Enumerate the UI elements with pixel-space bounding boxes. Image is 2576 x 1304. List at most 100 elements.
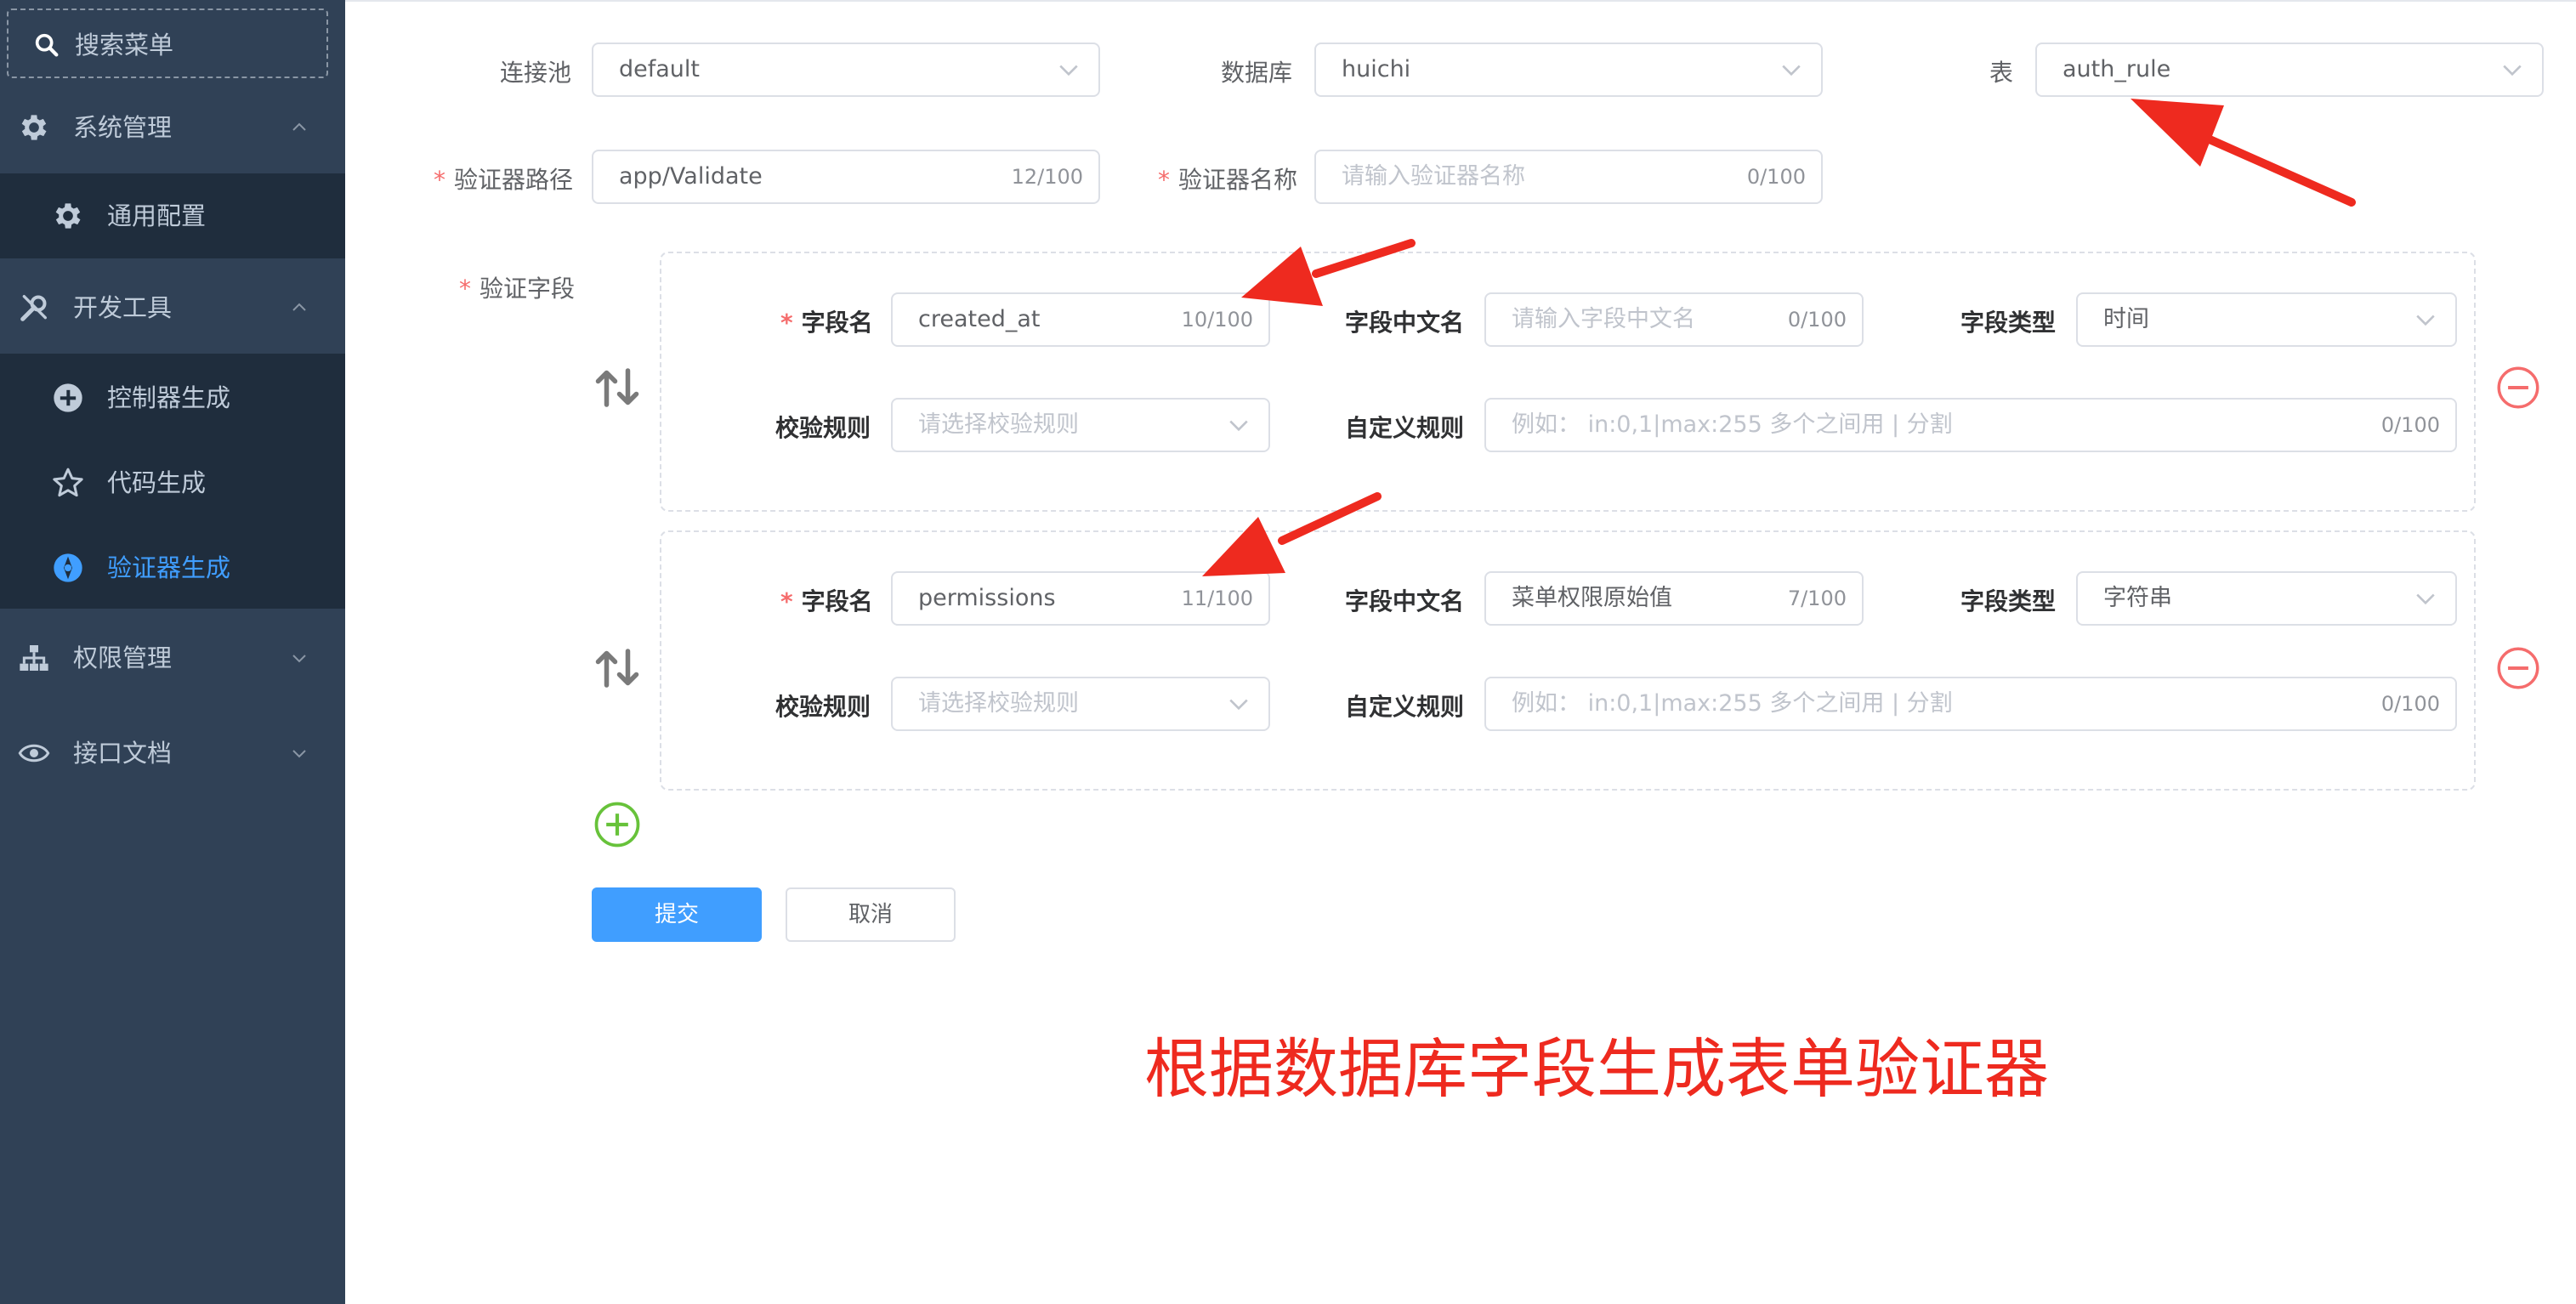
field-type-value: 时间 xyxy=(2103,306,2149,332)
required-mark: * xyxy=(780,309,793,337)
chevron-down-icon xyxy=(1782,65,1801,77)
sidebar-item-dev-tools[interactable]: 开发工具 xyxy=(0,265,345,350)
field-cn-name-count: 0/100 xyxy=(1787,308,1847,332)
field-type-select[interactable]: 字符串 xyxy=(2076,571,2457,626)
add-field-icon[interactable] xyxy=(593,801,641,848)
validate-fields-label-text: 验证字段 xyxy=(479,275,576,303)
rule-label: 校验规则 xyxy=(775,693,871,721)
field-cn-name-input[interactable]: 菜单权限原始值 7/100 xyxy=(1484,571,1864,626)
required-mark: * xyxy=(459,275,471,303)
table-select[interactable]: auth_rule xyxy=(2035,43,2544,97)
sidebar-item-label: 代码生成 xyxy=(107,468,207,497)
chevron-down-icon xyxy=(2416,593,2435,605)
validator-path-count: 12/100 xyxy=(1011,165,1083,189)
validator-name-label: * 验证器名称 xyxy=(1158,162,1297,196)
sidebar-item-label: 接口文档 xyxy=(73,739,173,768)
rule-label: 校验规则 xyxy=(775,414,871,442)
compass-icon xyxy=(54,553,82,582)
sidebar-item-label: 验证器生成 xyxy=(107,553,231,582)
rule-select[interactable]: 请选择校验规则 xyxy=(891,398,1270,452)
sidebar-item-validator-gen[interactable]: 验证器生成 xyxy=(0,525,345,610)
chevron-down-icon xyxy=(1229,420,1248,432)
field-name-input[interactable]: permissions 11/100 xyxy=(891,571,1270,626)
chevron-up-icon xyxy=(292,303,306,311)
field-name-label: * 字段名 xyxy=(780,583,873,617)
field-cn-name-count: 7/100 xyxy=(1787,587,1847,610)
field-cn-name-input[interactable]: 请输入字段中文名 0/100 xyxy=(1484,292,1864,347)
sidebar-item-general-config[interactable]: 通用配置 xyxy=(0,173,345,258)
database-select-value: huichi xyxy=(1342,56,1411,82)
field-name-label: * 字段名 xyxy=(780,304,873,338)
database-select[interactable]: huichi xyxy=(1314,43,1823,97)
field-name-value: created_at xyxy=(918,306,1041,332)
eye-icon xyxy=(18,744,50,763)
validator-path-value: app/Validate xyxy=(619,163,763,190)
field-type-label: 字段类型 xyxy=(1960,309,2057,337)
sidebar-item-permission[interactable]: 权限管理 xyxy=(0,615,345,700)
chevron-down-icon xyxy=(2503,65,2522,77)
required-mark: * xyxy=(780,587,793,615)
field-name-label-text: 字段名 xyxy=(801,587,873,615)
field-cn-name-label: 字段中文名 xyxy=(1345,309,1465,337)
sidebar: 搜索菜单 系统管理 通用配置 开发工具 控制器生成 代码生成 验证器生成 权限管… xyxy=(0,0,345,1304)
remove-field-icon[interactable] xyxy=(2496,366,2540,410)
pool-select[interactable]: default xyxy=(592,43,1100,97)
field-name-input[interactable]: created_at 10/100 xyxy=(891,292,1270,347)
field-type-select[interactable]: 时间 xyxy=(2076,292,2457,347)
validator-name-label-text: 验证器名称 xyxy=(1178,166,1298,194)
sidebar-item-label: 开发工具 xyxy=(73,293,173,322)
validator-name-placeholder: 请输入验证器名称 xyxy=(1342,163,1525,190)
sort-icon[interactable] xyxy=(592,362,643,413)
field-group xyxy=(660,530,2476,791)
field-cn-name-placeholder: 请输入字段中文名 xyxy=(1512,306,1695,332)
custom-rule-input[interactable]: 例如： in:0,1|max:255 多个之间用 | 分割 0/100 xyxy=(1484,677,2457,731)
annotation-arrow-table xyxy=(2131,99,2356,207)
field-name-count: 11/100 xyxy=(1181,587,1253,610)
custom-rule-label: 自定义规则 xyxy=(1345,693,1465,721)
menu-search-placeholder: 搜索菜单 xyxy=(75,31,174,60)
chevron-down-icon xyxy=(1229,699,1248,711)
pool-label: 连接池 xyxy=(500,59,572,87)
sidebar-item-system[interactable]: 系统管理 xyxy=(0,85,345,170)
validator-path-label: * 验证器路径 xyxy=(434,162,573,196)
menu-search-input[interactable]: 搜索菜单 xyxy=(7,9,328,78)
validator-path-input[interactable]: app/Validate 12/100 xyxy=(592,150,1100,204)
gear-icon xyxy=(21,115,47,140)
search-icon xyxy=(35,33,59,57)
chevron-down-icon xyxy=(2416,315,2435,326)
table-select-value: auth_rule xyxy=(2063,56,2171,82)
validate-fields-label: * 验证字段 xyxy=(459,270,575,304)
custom-rule-placeholder: 例如： in:0,1|max:255 多个之间用 | 分割 xyxy=(1512,411,1953,438)
custom-rule-label: 自定义规则 xyxy=(1345,414,1465,442)
field-name-count: 10/100 xyxy=(1181,308,1253,332)
sidebar-item-code-gen[interactable]: 代码生成 xyxy=(0,440,345,525)
remove-field-icon[interactable] xyxy=(2496,646,2540,690)
org-tree-icon xyxy=(20,645,48,671)
database-label: 数据库 xyxy=(1221,59,1293,87)
sort-icon[interactable] xyxy=(592,643,643,694)
custom-rule-input[interactable]: 例如： in:0,1|max:255 多个之间用 | 分割 0/100 xyxy=(1484,398,2457,452)
field-cn-name-label: 字段中文名 xyxy=(1345,587,1465,615)
sidebar-item-label: 系统管理 xyxy=(73,113,173,142)
field-group xyxy=(660,252,2476,512)
custom-rule-placeholder: 例如： in:0,1|max:255 多个之间用 | 分割 xyxy=(1512,690,1953,717)
rule-select[interactable]: 请选择校验规则 xyxy=(891,677,1270,731)
submit-button[interactable]: 提交 xyxy=(592,887,762,942)
sidebar-item-api-docs[interactable]: 接口文档 xyxy=(0,711,345,796)
validator-name-input[interactable]: 请输入验证器名称 0/100 xyxy=(1314,150,1823,204)
field-name-label-text: 字段名 xyxy=(801,309,873,337)
field-name-value: permissions xyxy=(918,585,1056,611)
gear-icon xyxy=(55,203,81,229)
star-icon xyxy=(53,468,83,497)
field-type-value: 字符串 xyxy=(2103,585,2172,611)
sidebar-item-label: 通用配置 xyxy=(107,201,207,230)
sidebar-item-controller-gen[interactable]: 控制器生成 xyxy=(0,355,345,440)
rule-placeholder: 请选择校验规则 xyxy=(918,690,1079,717)
sidebar-item-label: 控制器生成 xyxy=(107,383,231,412)
header-divider xyxy=(345,0,2576,2)
sidebar-item-label: 权限管理 xyxy=(73,643,173,672)
table-label: 表 xyxy=(1989,59,2014,87)
field-type-label: 字段类型 xyxy=(1960,587,2057,615)
field-cn-name-value: 菜单权限原始值 xyxy=(1512,585,1672,611)
cancel-button[interactable]: 取消 xyxy=(786,887,956,942)
